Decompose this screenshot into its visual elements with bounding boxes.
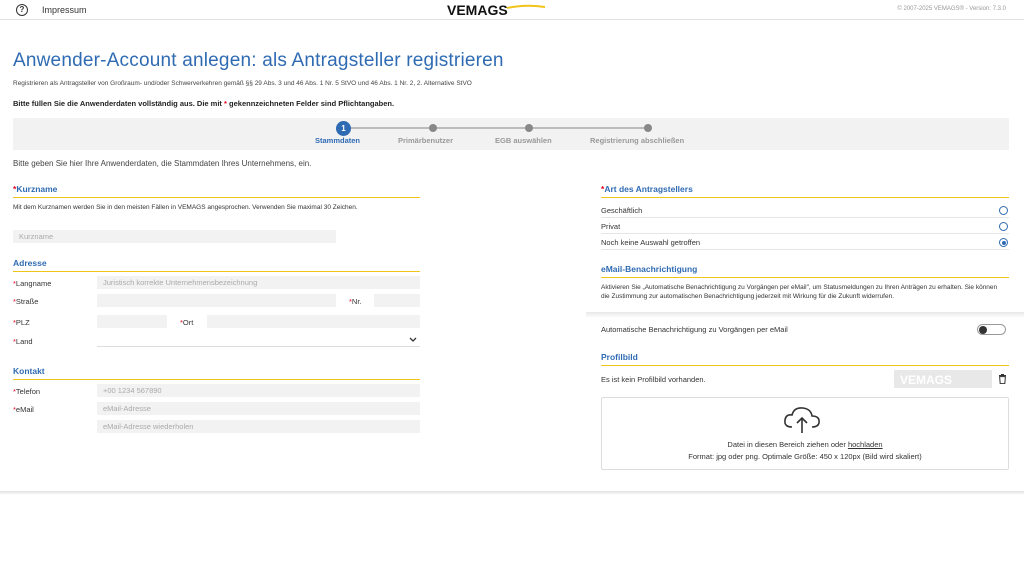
page-subtitle: Registrieren als Antragsteller von Großr…: [13, 80, 472, 87]
radio-privat[interactable]: Privat: [601, 219, 1009, 234]
vemags-logo: VEMAGS: [447, 2, 546, 18]
cloud-upload-icon: [784, 407, 820, 433]
ort-label: *Ort: [180, 318, 194, 327]
benachrichtigung-help: Aktivieren Sie „Automatische Benachricht…: [601, 284, 998, 300]
land-select[interactable]: [97, 334, 420, 347]
kurzname-heading: *Kurzname: [13, 184, 420, 198]
dropzone-text: Datei in diesen Bereich ziehen oder hoch…: [727, 440, 883, 449]
art-heading: *Art des Antragstellers: [601, 184, 1009, 198]
radio-geschaeftlich[interactable]: Geschäftlich: [601, 203, 1009, 218]
adresse-heading: Adresse: [13, 258, 420, 272]
langname-label: *Langname: [13, 279, 52, 288]
kurzname-help: Mit dem Kurznamen werden Sie in den meis…: [13, 204, 358, 211]
step-dot: [525, 124, 533, 132]
strasse-input[interactable]: [97, 294, 336, 307]
radio-button[interactable]: [999, 222, 1008, 231]
content-bottom-edge: [0, 491, 1024, 495]
step-label: Registrierung abschließen: [590, 136, 685, 145]
upload-link[interactable]: hochladen: [848, 440, 883, 449]
required-note: Bitte füllen Sie die Anwenderdaten volls…: [13, 99, 395, 108]
radio-button[interactable]: [999, 206, 1008, 215]
plz-label: *PLZ: [13, 318, 30, 327]
stepper-line: [344, 127, 648, 129]
svg-text:VEMAGS: VEMAGS: [447, 2, 508, 18]
email-repeat-input[interactable]: eMail-Adresse wiederholen: [97, 420, 420, 433]
strasse-label: *Straße: [13, 297, 39, 306]
profile-image-placeholder: VEMAGS: [894, 370, 992, 388]
ort-input[interactable]: [207, 315, 420, 328]
page-title: Anwender-Account anlegen: als Antragstel…: [13, 50, 504, 71]
kurzname-input[interactable]: Kurzname: [13, 230, 336, 243]
step-label: Primärbenutzer: [398, 136, 454, 145]
step-dot: [429, 124, 437, 132]
help-icon[interactable]: ?: [16, 4, 28, 16]
section-divider: [586, 312, 1024, 318]
dropzone-format: Format: jpg oder png. Optimale Größe: 45…: [688, 452, 922, 461]
impressum-link[interactable]: Impressum: [42, 5, 87, 15]
trash-icon[interactable]: [998, 374, 1007, 384]
profilbild-status: Es ist kein Profilbild vorhanden.: [601, 375, 706, 384]
plz-input[interactable]: [97, 315, 167, 328]
toggle-label: Automatische Benachrichtigung zu Vorgäng…: [601, 325, 788, 334]
registration-stepper: 1 Stammdaten Primärbenutzer EGB auswähle…: [13, 118, 1009, 150]
radio-label: Geschäftlich: [601, 206, 643, 215]
upload-dropzone[interactable]: Datei in diesen Bereich ziehen oder hoch…: [601, 397, 1009, 470]
step-number: 1: [336, 121, 351, 136]
top-bar: ? Impressum VEMAGS © 2007-2025 VEMAGS® -…: [0, 0, 1024, 20]
toggle-knob: [979, 326, 987, 334]
telefon-input[interactable]: +00 1234 567890: [97, 384, 420, 397]
svg-text:VEMAGS: VEMAGS: [900, 373, 952, 387]
step-label: EGB auswählen: [495, 136, 552, 145]
nr-label: *Nr.: [349, 297, 362, 306]
radio-button-selected[interactable]: [999, 238, 1008, 247]
kontakt-heading: Kontakt: [13, 366, 420, 380]
nr-input[interactable]: [374, 294, 420, 307]
step-label: Stammdaten: [315, 136, 361, 145]
benachrichtigung-heading: eMail-Benachrichtigung: [601, 264, 1009, 278]
profilbild-heading: Profilbild: [601, 352, 1009, 366]
radio-keine-auswahl[interactable]: Noch keine Auswahl getroffen: [601, 235, 1009, 250]
land-label: *Land: [13, 337, 33, 346]
intro-text: Bitte geben Sie hier Ihre Anwenderdaten,…: [13, 159, 312, 168]
langname-input[interactable]: Juristisch korrekte Unternehmensbezeichn…: [97, 276, 420, 289]
telefon-label: *Telefon: [13, 387, 41, 396]
radio-label: Noch keine Auswahl getroffen: [601, 238, 701, 247]
version-text: © 2007-2025 VEMAGS® - Version: 7.3.0: [897, 6, 1006, 12]
email-notification-toggle[interactable]: [977, 324, 1006, 335]
chevron-down-icon[interactable]: [409, 337, 417, 343]
radio-label: Privat: [601, 222, 621, 231]
email-input[interactable]: eMail-Adresse: [97, 402, 420, 415]
email-label: *eMail: [13, 405, 34, 414]
step-dot: [644, 124, 652, 132]
